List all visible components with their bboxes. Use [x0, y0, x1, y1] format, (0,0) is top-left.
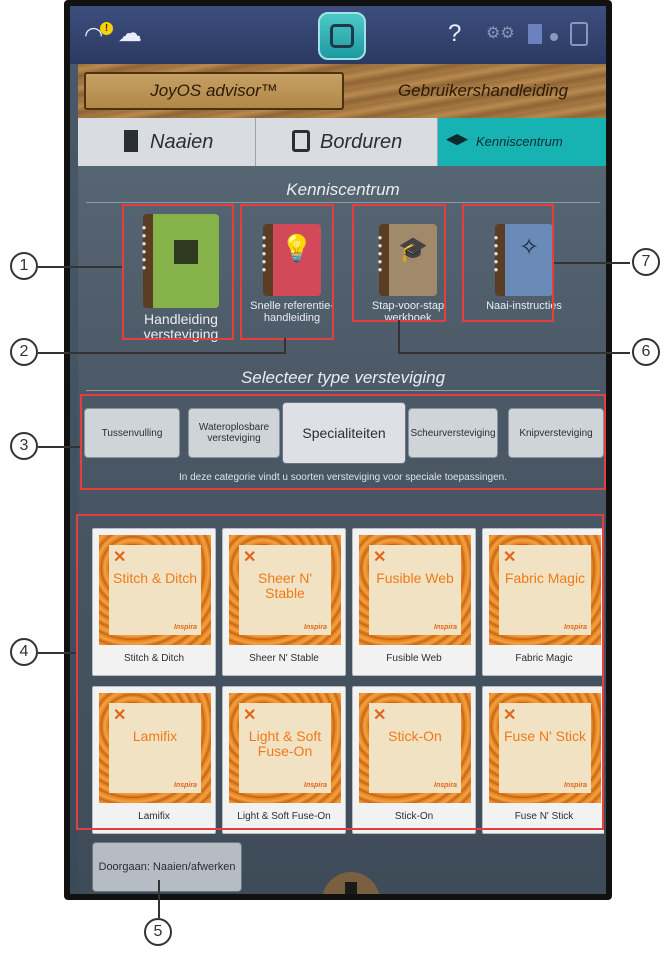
leader-line [38, 652, 76, 654]
highlight-1 [122, 204, 234, 340]
leader-line [158, 880, 160, 918]
sewing-mode-icon[interactable] [528, 24, 542, 44]
bottom-menu-button[interactable] [322, 872, 380, 894]
sewing-icon [124, 130, 138, 152]
jog-icon [330, 24, 354, 48]
graduation-cap-icon [446, 134, 468, 146]
highlight-4 [76, 514, 604, 830]
leader-line [398, 320, 400, 354]
help-button[interactable]: ? [448, 22, 461, 46]
header-bar: JoyOS advisor™ Gebruikershandleiding [78, 64, 606, 118]
leader-line [38, 352, 284, 354]
divider [86, 202, 600, 203]
leader-line [38, 266, 122, 268]
callout-4: 4 [10, 638, 38, 666]
cloud-icon[interactable]: ☁ [118, 22, 142, 46]
tab-bar: Naaien Borduren Kenniscentrum [78, 118, 606, 166]
leader-line [38, 446, 80, 448]
alert-badge: ! [100, 22, 113, 35]
joyos-advisor-button[interactable]: JoyOS advisor™ [84, 72, 344, 110]
settings-icon[interactable]: ⚙⚙ [486, 26, 515, 42]
callout-5: 5 [144, 918, 172, 946]
highlight-3 [80, 394, 606, 490]
continue-button[interactable]: Doorgaan: Naaien/afwerken [92, 842, 242, 892]
menu-icon [345, 882, 357, 894]
section-title-type: Selecteer type versteviging [240, 368, 446, 387]
tab-kenniscentrum[interactable]: Kenniscentrum [438, 118, 606, 166]
section-title-kenniscentrum: Kenniscentrum [286, 180, 400, 199]
top-status-bar: ◠ ! ☁ ? ⚙⚙ [70, 6, 606, 64]
callout-2: 2 [10, 338, 38, 366]
mode-toggle-icon[interactable] [550, 33, 558, 41]
highlight-7 [462, 204, 554, 322]
embroidery-mode-icon[interactable] [570, 22, 588, 46]
tab-borduren[interactable]: Borduren [256, 118, 438, 166]
embroidery-icon [292, 130, 310, 152]
callout-1: 1 [10, 252, 38, 280]
home-button[interactable] [318, 12, 366, 60]
callout-7: 7 [632, 248, 660, 276]
highlight-2 [240, 204, 334, 340]
tab-label: Naaien [150, 131, 214, 153]
leader-line [554, 262, 630, 264]
highlight-6 [352, 204, 446, 322]
tab-label: Borduren [320, 131, 403, 153]
tab-naaien[interactable]: Naaien [78, 118, 256, 166]
divider [86, 390, 600, 391]
tab-label: Kenniscentrum [476, 134, 563, 149]
user-manual-tab[interactable]: Gebruikershandleiding [368, 72, 598, 110]
callout-3: 3 [10, 432, 38, 460]
leader-line [398, 352, 630, 354]
callout-6: 6 [632, 338, 660, 366]
leader-line [284, 338, 286, 354]
